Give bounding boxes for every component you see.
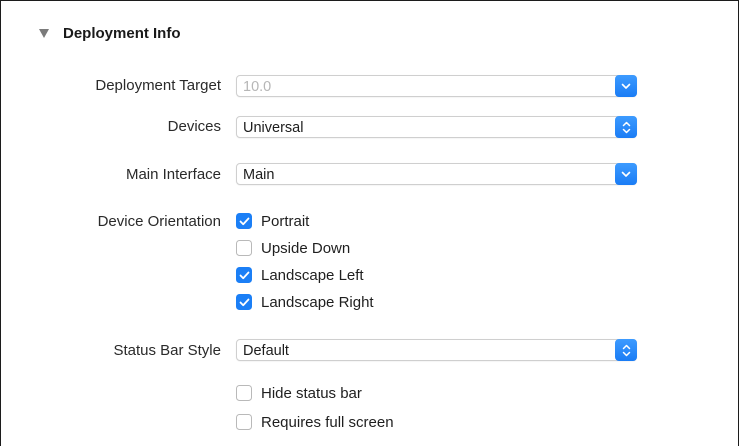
deployment-target-label: Deployment Target (95, 77, 221, 94)
checkbox-box[interactable] (236, 294, 252, 310)
main-interface-dropdown-button[interactable] (615, 163, 637, 185)
checkbox-requires-full-screen[interactable]: Requires full screen (236, 413, 394, 431)
main-interface-value[interactable]: Main (243, 167, 274, 183)
checkbox-box[interactable] (236, 267, 252, 283)
checkbox-box[interactable] (236, 240, 252, 256)
checkbox-label: Landscape Left (261, 266, 364, 284)
main-interface-label: Main Interface (125, 166, 221, 183)
checkbox-box[interactable] (236, 385, 252, 401)
status-bar-style-popup[interactable]: Default (236, 339, 637, 361)
checkbox-landscape-left[interactable]: Landscape Left (236, 266, 364, 284)
checkbox-box[interactable] (236, 414, 252, 430)
devices-popup-button[interactable] (615, 116, 637, 138)
chevron-down-icon (621, 83, 631, 89)
deployment-target-value[interactable]: 10.0 (243, 79, 271, 95)
section-title: Deployment Info (63, 25, 181, 42)
deployment-target-combo[interactable]: 10.0 (236, 75, 637, 97)
deployment-target-dropdown-button[interactable] (615, 75, 637, 97)
checkbox-landscape-right[interactable]: Landscape Right (236, 293, 374, 311)
deployment-info-panel: Deployment Info Deployment Target 10.0 D… (0, 0, 739, 446)
checkbox-label: Portrait (261, 212, 310, 230)
devices-label: Devices (167, 118, 221, 135)
checkbox-upside-down[interactable]: Upside Down (236, 239, 350, 257)
checkmark-icon (239, 271, 249, 279)
checkbox-label: Requires full screen (261, 413, 394, 431)
checkmark-icon (239, 298, 249, 306)
status-bar-style-value: Default (243, 343, 289, 359)
checkbox-label: Upside Down (261, 239, 351, 257)
status-bar-style-popup-button[interactable] (615, 339, 637, 361)
disclosure-triangle-down-icon[interactable] (39, 29, 49, 38)
checkbox-box[interactable] (236, 213, 252, 229)
section-header[interactable]: Deployment Info (39, 25, 181, 42)
checkbox-hide-status-bar[interactable]: Hide status bar (236, 384, 362, 402)
status-bar-style-label: Status Bar Style (113, 342, 221, 359)
main-interface-combo[interactable]: Main (236, 163, 637, 185)
checkbox-portrait[interactable]: Portrait (236, 212, 309, 230)
chevron-down-icon (621, 171, 631, 177)
up-down-chevron-icon (622, 121, 630, 133)
device-orientation-label: Device Orientation (97, 213, 221, 230)
checkbox-label: Hide status bar (261, 384, 362, 402)
checkbox-label: Landscape Right (261, 293, 374, 311)
checkmark-icon (239, 217, 249, 225)
devices-value: Universal (243, 120, 304, 136)
devices-popup[interactable]: Universal (236, 116, 637, 138)
up-down-chevron-icon (622, 344, 630, 356)
